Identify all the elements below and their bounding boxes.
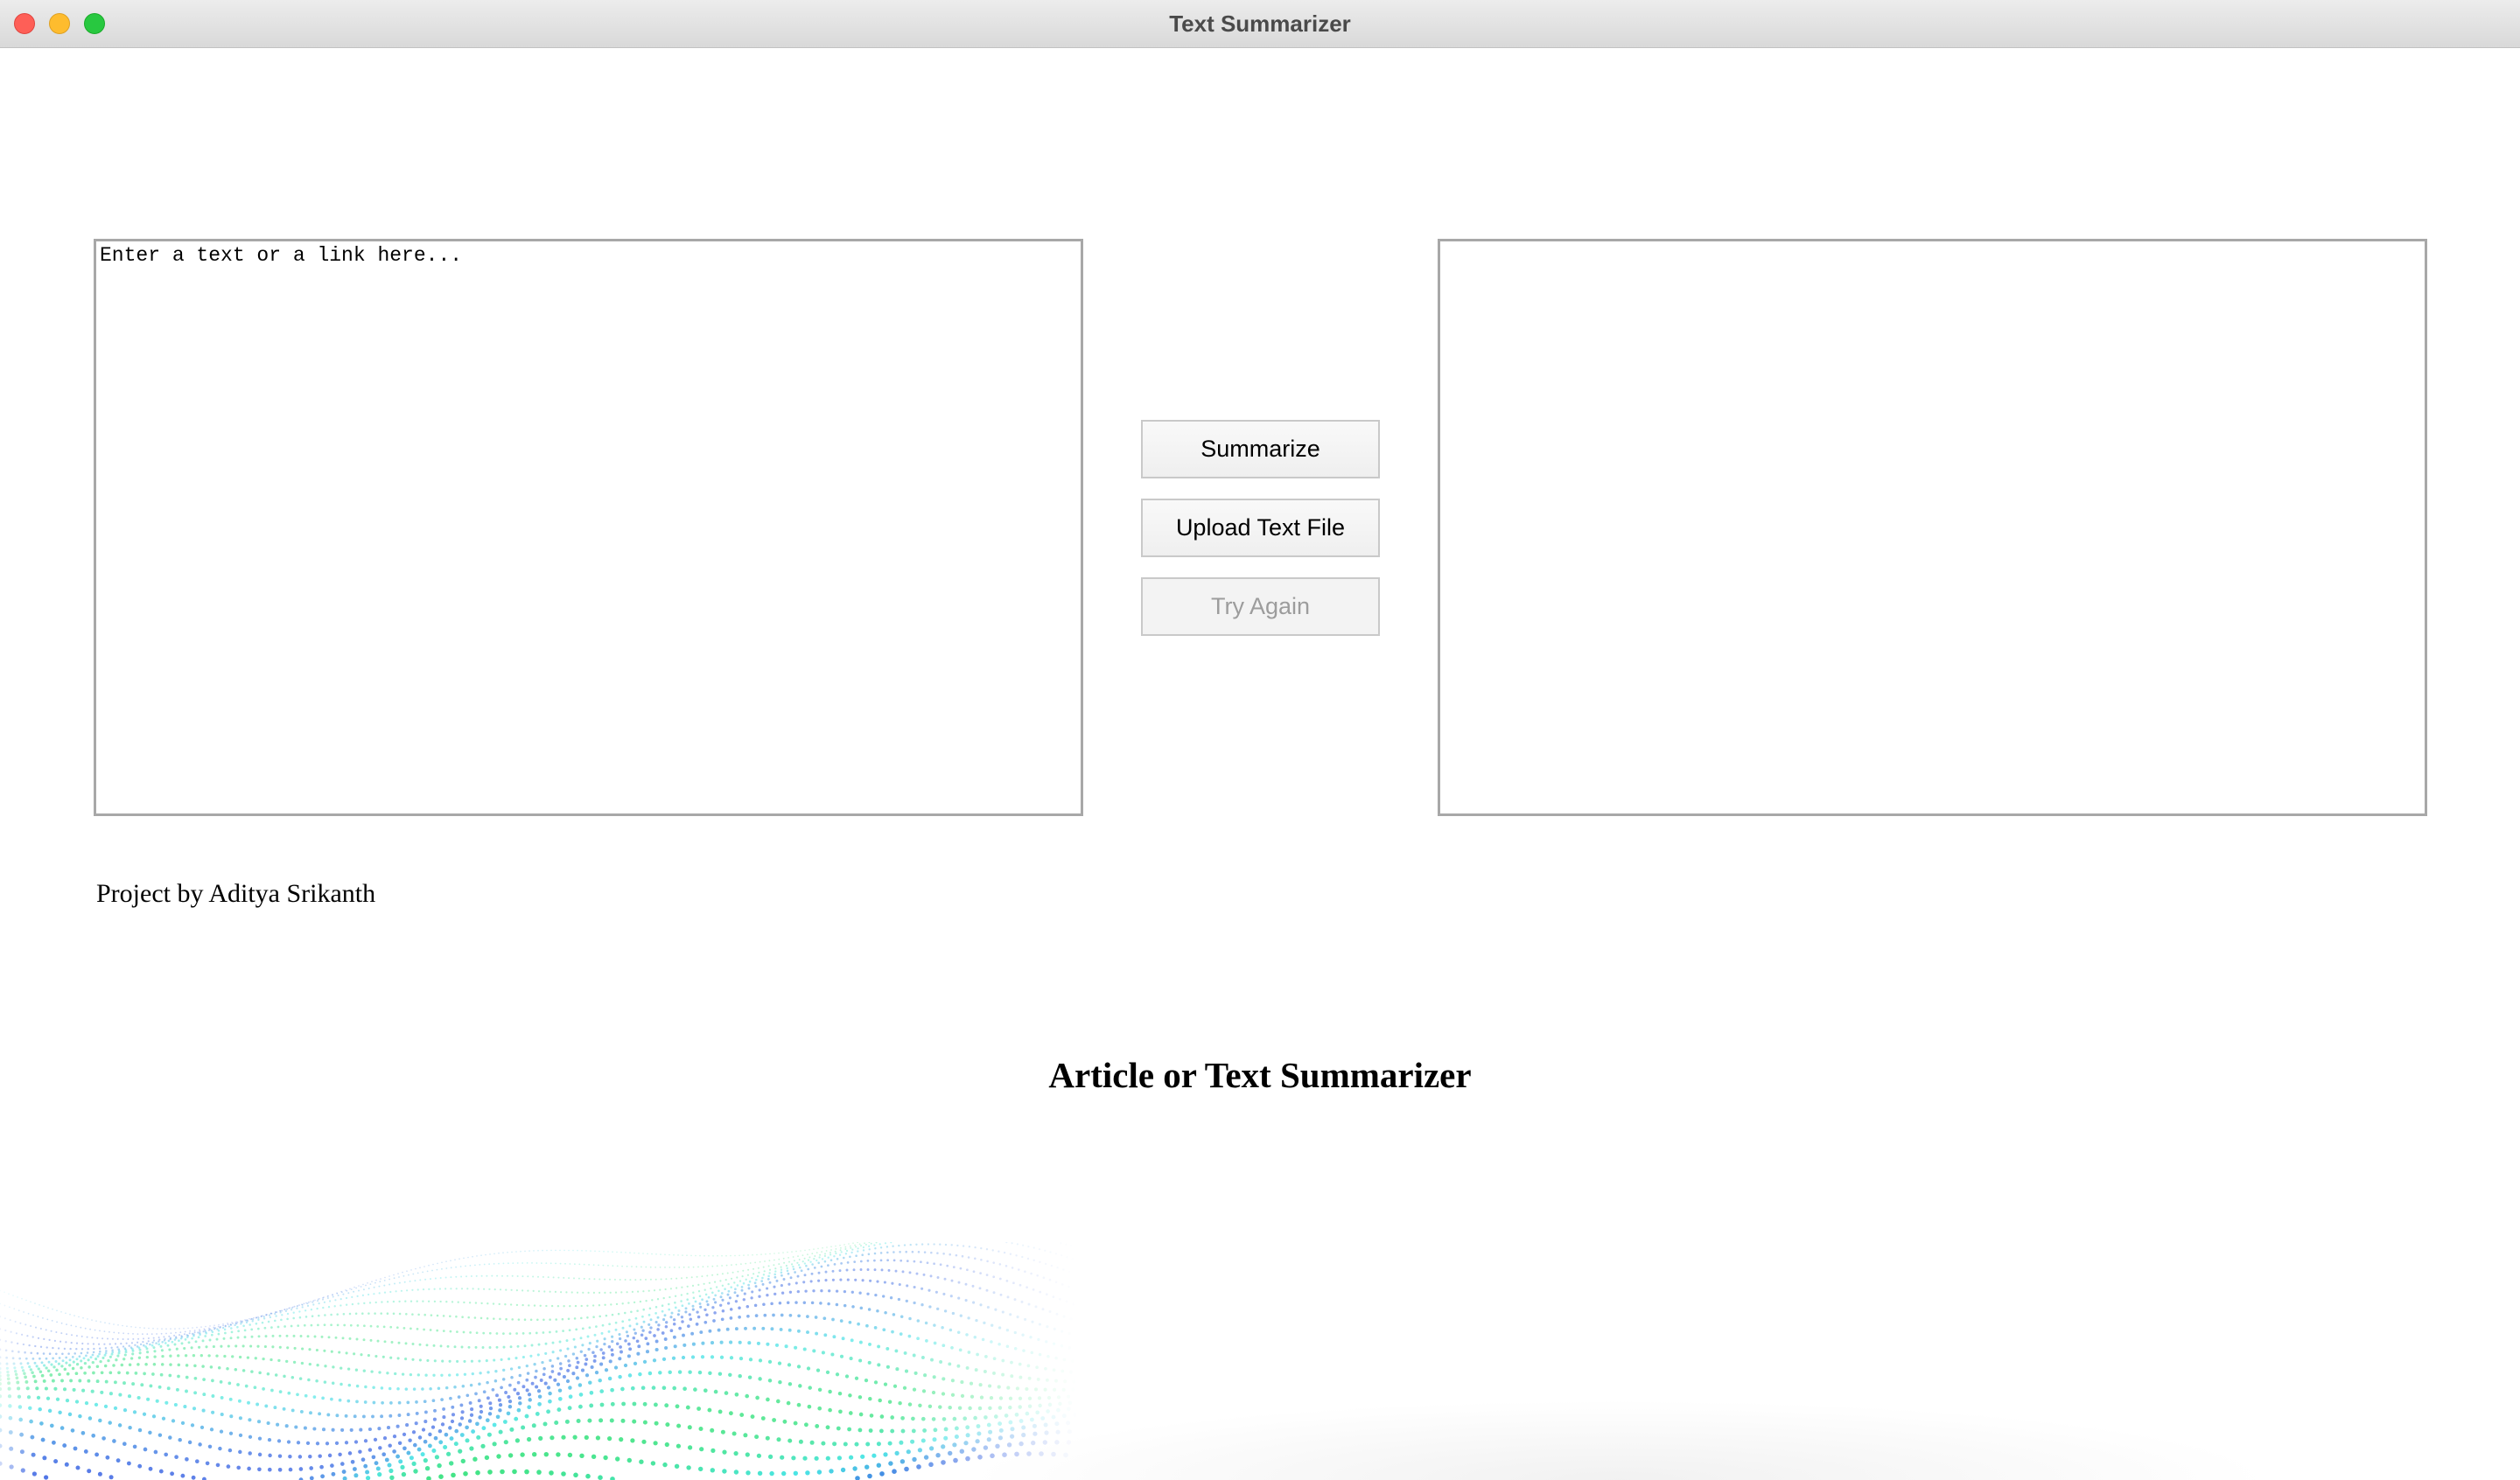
app-window: Text Summarizer Summarize Upload Text Fi…	[0, 0, 2520, 1480]
title-bar[interactable]: Text Summarizer	[0, 0, 2520, 48]
upload-text-file-button[interactable]: Upload Text File	[1141, 499, 1380, 557]
summary-output-area[interactable]	[1438, 239, 2427, 816]
dotted-wave-decoration	[0, 1242, 1072, 1480]
bottom-shadow-decoration	[962, 1400, 2275, 1480]
project-credit: Project by Aditya Srikanth	[96, 879, 376, 908]
app-heading: Article or Text Summarizer	[1048, 1055, 1472, 1095]
summarize-button[interactable]: Summarize	[1141, 420, 1380, 478]
window-title: Text Summarizer	[1169, 10, 1351, 37]
try-again-button[interactable]: Try Again	[1141, 577, 1380, 636]
text-input-area[interactable]	[94, 239, 1083, 816]
